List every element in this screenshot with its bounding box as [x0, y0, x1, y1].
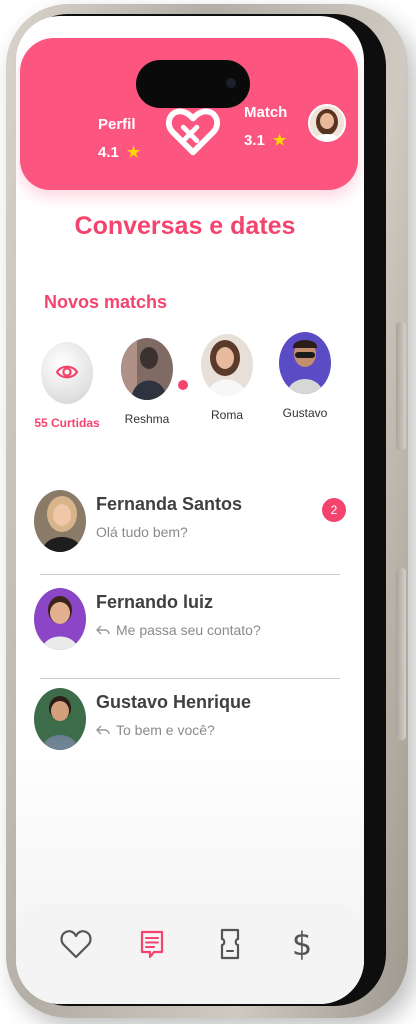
match-rating-value: 3.1 — [244, 131, 265, 149]
page-title: Conversas e dates — [74, 212, 296, 240]
chat-name: Fernanda Santos — [96, 494, 243, 514]
chat-row[interactable]: Fernanda Santos Olá tudo bem? 2 — [34, 490, 352, 562]
chat-icon — [140, 930, 164, 959]
likes-item[interactable]: 55 Curtidas — [22, 342, 112, 430]
nav-chat[interactable] — [134, 926, 170, 962]
match-name: Roma — [210, 408, 243, 422]
chat-name: Gustavo Henrique — [96, 692, 252, 712]
side-button — [396, 322, 406, 450]
match-item[interactable]: Gustavo — [260, 332, 350, 420]
dynamic-island — [136, 60, 250, 108]
dollar-icon: $ — [291, 925, 313, 963]
match-label: Match — [244, 104, 288, 121]
star-icon: ★ — [126, 144, 141, 161]
match-avatar — [121, 338, 173, 400]
match-item[interactable]: Roma — [182, 334, 272, 422]
chat-name: Fernando luiz — [96, 592, 213, 612]
match-name: Reshma — [124, 412, 170, 426]
chat-row[interactable]: Fernando luiz Me passa seu contato? — [34, 588, 352, 660]
camera-icon — [226, 78, 236, 88]
chat-avatar — [34, 490, 86, 552]
match-stat[interactable]: Match 3.1 ★ — [244, 104, 287, 149]
likes-avatar — [41, 342, 93, 404]
eye-icon — [55, 365, 79, 379]
divider — [40, 574, 340, 575]
chat-message: Me passa seu contato? — [96, 622, 261, 638]
match-name: Gustavo — [282, 406, 328, 420]
user-avatar[interactable] — [308, 104, 346, 142]
chat-avatar — [34, 588, 86, 650]
match-rating: 3.1 ★ — [244, 131, 287, 150]
profile-rating: 4.1 ★ — [98, 143, 141, 162]
nav-heart[interactable] — [58, 926, 94, 962]
profile-stat[interactable]: Perfil 4.1 ★ — [98, 116, 140, 161]
unread-badge: 2 — [322, 498, 346, 522]
divider — [40, 678, 340, 679]
profile-label: Perfil — [98, 116, 136, 133]
heart-logo-icon — [166, 108, 220, 156]
ticket-icon — [220, 928, 240, 960]
heart-icon — [60, 930, 92, 959]
new-matches-title: Novos matchs — [44, 292, 168, 312]
bottom-nav: $ — [16, 904, 364, 1004]
nav-dollar[interactable]: $ — [284, 926, 320, 962]
chat-message-text: Olá tudo bem? — [96, 524, 188, 540]
side-button — [396, 568, 406, 740]
likes-label: 55 Curtidas — [34, 416, 100, 430]
chat-message-text: Me passa seu contato? — [116, 622, 261, 638]
star-icon: ★ — [272, 132, 287, 149]
reply-icon — [96, 725, 110, 735]
app-screen: Perfil 4.1 ★ Match 3.1 ★ Conversas e dat… — [16, 16, 364, 1004]
chat-message: Olá tudo bem? — [96, 524, 188, 540]
reply-icon — [96, 625, 110, 635]
nav-ticket[interactable] — [212, 926, 248, 962]
match-avatar — [201, 334, 253, 396]
match-avatar — [279, 332, 331, 394]
profile-rating-value: 4.1 — [98, 143, 119, 161]
app-header: Perfil 4.1 ★ Match 3.1 ★ — [20, 38, 358, 190]
